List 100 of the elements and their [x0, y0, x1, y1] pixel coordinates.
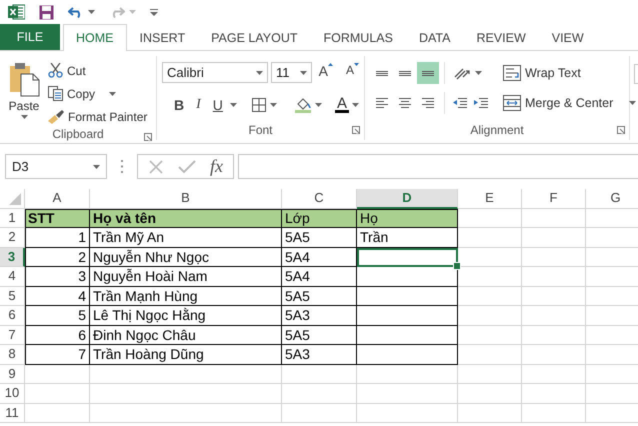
- table-cell: 5A3: [282, 306, 357, 326]
- paste-button[interactable]: Paste: [4, 59, 44, 127]
- customize-toolbar-icon[interactable]: [150, 8, 158, 16]
- insert-function-button[interactable]: fx: [210, 156, 223, 177]
- row-header[interactable]: 4: [0, 267, 25, 286]
- font-color-button[interactable]: A: [326, 94, 364, 116]
- table-cell: Lớp: [282, 208, 357, 228]
- dialog-launcher-icon[interactable]: [144, 133, 152, 141]
- underline-button[interactable]: U: [208, 94, 228, 116]
- cut-button[interactable]: Cut: [46, 60, 150, 81]
- ribbon-tab[interactable]: DATA: [406, 24, 464, 51]
- column-header[interactable]: C: [282, 189, 357, 208]
- row-header[interactable]: 9: [0, 364, 25, 384]
- table-cell: 5A4: [282, 267, 357, 286]
- caret-icon[interactable]: [230, 103, 237, 107]
- merge-center-button[interactable]: Merge & Center: [501, 92, 638, 114]
- copy-button[interactable]: Copy: [46, 83, 150, 104]
- column-header[interactable]: D: [357, 189, 458, 208]
- table-cell: Trần Mỹ An: [90, 228, 282, 248]
- row-header[interactable]: 7: [0, 326, 25, 345]
- row-header[interactable]: 8: [0, 345, 25, 364]
- bold-button[interactable]: B: [169, 94, 190, 116]
- caret-icon[interactable]: [352, 103, 359, 107]
- grid-icon: [252, 98, 266, 112]
- table-cell: 5A4: [282, 248, 357, 267]
- column-header[interactable]: B: [90, 189, 282, 208]
- caret-icon[interactable]: [475, 71, 482, 75]
- caret-icon[interactable]: [93, 164, 100, 168]
- save-icon[interactable]: [39, 4, 54, 20]
- ribbon-tab[interactable]: INSERT: [126, 24, 198, 51]
- shrink-font-button[interactable]: A: [340, 62, 364, 83]
- lines-icon: [398, 98, 412, 108]
- empty-cell[interactable]: [357, 248, 458, 267]
- caret-icon[interactable]: [270, 103, 277, 107]
- empty-cell[interactable]: [357, 267, 458, 286]
- table-cell: 1: [25, 228, 90, 248]
- row-header[interactable]: 6: [0, 306, 25, 326]
- row-header[interactable]: 5: [0, 286, 25, 306]
- empty-cell[interactable]: [357, 286, 458, 306]
- empty-cell[interactable]: [357, 345, 458, 364]
- ribbon-tab[interactable]: FORMULAS: [310, 24, 406, 51]
- lines-icon: [376, 98, 388, 108]
- font-size-field[interactable]: 11: [270, 62, 312, 83]
- table-cell: 5A5: [282, 326, 357, 345]
- number-format-field[interactable]: [634, 64, 638, 84]
- dialog-launcher-icon[interactable]: [352, 126, 360, 134]
- ribbon-tab[interactable]: PAGE LAYOUT: [198, 24, 310, 51]
- table-cell: Nguyễn Như Ngọc: [90, 248, 282, 267]
- dialog-launcher-icon[interactable]: [617, 126, 625, 134]
- table-cell: 2: [25, 248, 90, 267]
- empty-cell[interactable]: [357, 326, 458, 345]
- grow-font-button[interactable]: A: [314, 62, 338, 83]
- paint-bucket-icon: [294, 97, 311, 113]
- copy-icon: [48, 86, 63, 101]
- formula-input[interactable]: [238, 154, 638, 179]
- caret-icon[interactable]: [109, 92, 116, 96]
- row-header[interactable]: 10: [0, 384, 25, 404]
- file-tab[interactable]: FILE: [0, 24, 60, 50]
- name-box[interactable]: D3: [5, 154, 107, 179]
- group-label: Clipboard: [52, 127, 104, 141]
- table-cell: Trần Mạnh Hùng: [90, 286, 282, 306]
- table-cell: Nguyễn Hoài Nam: [90, 267, 282, 286]
- column-header[interactable]: F: [522, 189, 586, 208]
- scissors-icon: [48, 63, 63, 78]
- caret-icon[interactable]: [20, 115, 28, 119]
- check-icon[interactable]: [178, 158, 196, 174]
- table-cell: 7: [25, 345, 90, 364]
- wrap-text-icon: [503, 65, 521, 81]
- table-cell: 4: [25, 286, 90, 306]
- caret-icon[interactable]: [88, 10, 95, 14]
- caret-icon[interactable]: [300, 70, 307, 74]
- format-painter-button[interactable]: Format Painter: [46, 106, 150, 127]
- grip-icon: [121, 160, 124, 173]
- caret-icon[interactable]: [629, 101, 636, 105]
- table-cell: Trần: [357, 228, 458, 248]
- select-all-icon[interactable]: [9, 192, 21, 204]
- italic-button[interactable]: I: [191, 94, 206, 116]
- lines-icon: [422, 70, 434, 76]
- font-name-field[interactable]: Calibri: [162, 62, 268, 83]
- clipboard-icon: [8, 61, 40, 97]
- table-cell: Đinh Ngọc Châu: [90, 326, 282, 345]
- row-header[interactable]: 3: [0, 248, 25, 267]
- table-cell: 6: [25, 326, 90, 345]
- row-header[interactable]: 11: [0, 404, 25, 423]
- ribbon-tab[interactable]: HOME: [63, 24, 126, 51]
- ribbon-tab[interactable]: VIEW: [538, 24, 597, 51]
- fill-handle[interactable]: [453, 262, 461, 270]
- empty-cell[interactable]: [357, 306, 458, 326]
- caret-icon[interactable]: [314, 103, 322, 107]
- table-cell: 5A3: [282, 345, 357, 364]
- table-cell: Trần Hoàng Dũng: [90, 345, 282, 364]
- caret-icon[interactable]: [256, 70, 263, 74]
- wrap-text-button[interactable]: Wrap Text: [501, 62, 638, 84]
- lines-icon: [376, 70, 388, 76]
- column-header[interactable]: A: [25, 189, 90, 208]
- align-bottom-button[interactable]: [417, 62, 439, 84]
- group-label: Font: [248, 123, 272, 137]
- cancel-icon[interactable]: [148, 158, 164, 174]
- ribbon-tab[interactable]: REVIEW: [463, 24, 539, 51]
- column-header[interactable]: E: [458, 189, 522, 208]
